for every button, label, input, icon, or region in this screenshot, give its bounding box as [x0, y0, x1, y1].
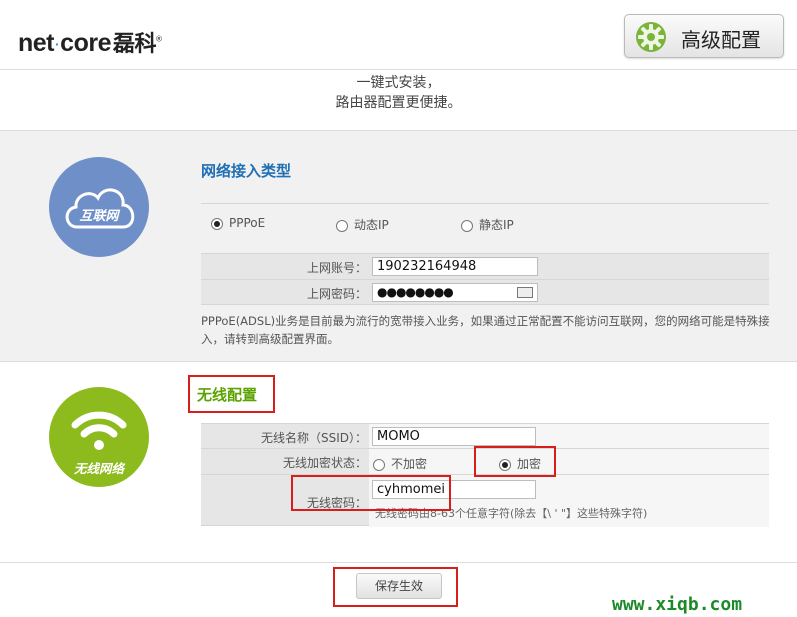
radio-button[interactable] — [373, 458, 385, 471]
header: net·core磊科® 高级配置 — [0, 0, 797, 70]
internet-badge: 互联网 — [49, 157, 149, 257]
wifi-icon: 无线网络 — [71, 411, 127, 476]
ssid-label: 无线名称（SSID）： — [260, 431, 367, 445]
wireless-form: 无线名称（SSID）： MOMO 无线加密状态： 不加密 加密 无线密码： cy… — [201, 423, 769, 527]
radio-button[interactable] — [336, 219, 348, 232]
radio-button-checked[interactable] — [211, 217, 223, 230]
cloud-icon: 互联网 — [65, 188, 135, 229]
access-type-title: 网络接入类型 — [201, 162, 292, 180]
wifi-password-label: 无线密码： — [306, 496, 367, 510]
divider — [201, 203, 769, 204]
router-setup-page: net·core磊科® 高级配置 一键式安装， 路由器配置更便捷。 互联网 网络… — [0, 0, 797, 617]
slogan: 一键式安装， 路由器配置更便捷。 — [0, 73, 797, 113]
wireless-badge: 无线网络 — [49, 387, 149, 487]
radio-encryption[interactable]: 加密 — [499, 455, 541, 473]
advanced-config-label: 高级配置 — [681, 28, 761, 52]
gear-icon — [636, 22, 666, 52]
radio-pppoe[interactable]: PPPoE — [211, 216, 265, 234]
password-label: 上网密码： — [306, 287, 367, 301]
slogan-line-2: 路由器配置更便捷。 — [335, 95, 462, 111]
pppoe-form: 上网账号： 190232164948 上网密码： ●●●●●●●● — [201, 253, 769, 305]
password-input[interactable]: ●●●●●●●● — [372, 283, 538, 302]
account-label: 上网账号： — [306, 261, 367, 275]
wifi-password-hint: 无线密码由8-63个任意字符(除去【\ ' "】这些特殊字符) — [375, 507, 648, 520]
netcore-logo: net·core磊科® — [18, 29, 162, 57]
internet-section: 互联网 网络接入类型 PPPoE 动态IP 静态IP 上网账号： 1902321… — [0, 130, 797, 362]
save-button[interactable]: 保存生效 — [356, 573, 442, 599]
ssid-input[interactable]: MOMO — [372, 427, 536, 446]
footer-divider — [0, 562, 797, 563]
pppoe-note: PPPoE(ADSL)业务是目前最为流行的宽带接入业务，如果通过正常配置不能访问… — [201, 314, 770, 346]
wireless-badge-label: 无线网络 — [73, 461, 127, 476]
wifi-password-input[interactable]: cyhmomei — [372, 480, 536, 499]
advanced-config-button[interactable]: 高级配置 — [624, 14, 784, 58]
radio-button[interactable] — [461, 219, 473, 232]
keyboard-icon[interactable] — [517, 287, 533, 298]
slogan-line-1: 一键式安装， — [356, 75, 441, 91]
watermark: www.xiqb.com — [612, 594, 743, 615]
radio-button-checked[interactable] — [499, 458, 511, 471]
account-input[interactable]: 190232164948 — [372, 257, 538, 276]
internet-badge-label: 互联网 — [79, 208, 120, 224]
radio-dynamic-ip[interactable]: 动态IP — [336, 216, 389, 234]
radio-no-encryption[interactable]: 不加密 — [373, 455, 427, 473]
wireless-title: 无线配置 — [197, 386, 258, 404]
security-label: 无线加密状态： — [282, 456, 367, 470]
radio-static-ip[interactable]: 静态IP — [461, 216, 514, 234]
